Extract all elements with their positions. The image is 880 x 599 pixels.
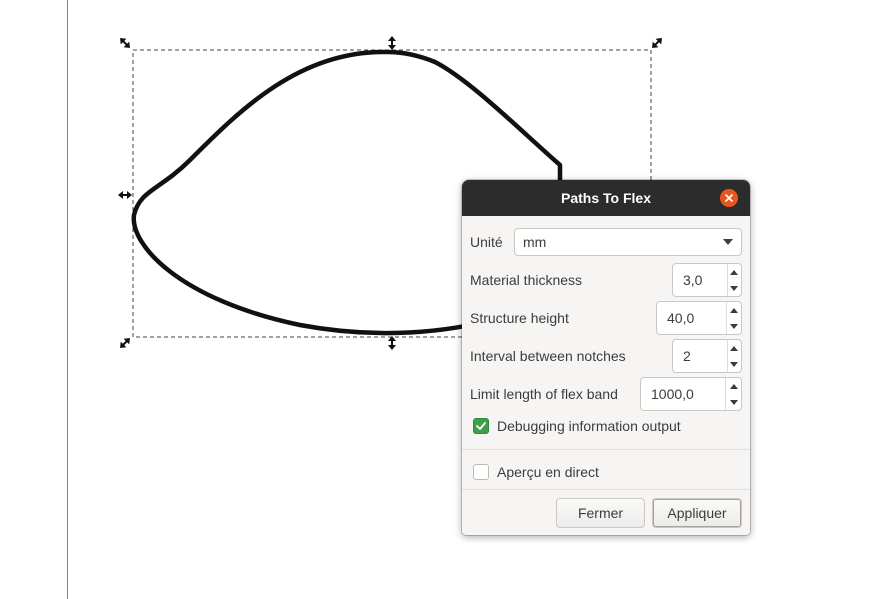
decrement-icon[interactable] [727, 318, 741, 334]
checkmark-icon [476, 422, 486, 430]
structure-height-label: Structure height [470, 310, 569, 326]
structure-height-stepper[interactable] [656, 301, 742, 335]
increment-icon[interactable] [726, 378, 741, 394]
horizontal-arrow-icon[interactable] [118, 191, 132, 199]
limit-length-input[interactable] [641, 378, 726, 410]
separator [462, 489, 750, 490]
dialog-titlebar[interactable]: Paths To Flex [462, 180, 750, 216]
material-thickness-row: Material thickness [470, 263, 742, 297]
increment-icon[interactable] [727, 302, 741, 318]
debug-output-checkbox[interactable] [473, 418, 489, 434]
structure-height-row: Structure height [470, 301, 742, 335]
paths-to-flex-dialog: Paths To Flex Unité mm Material thicknes… [462, 180, 750, 535]
close-button[interactable]: Fermer [556, 498, 645, 528]
chevron-down-icon [723, 239, 733, 245]
interval-notches-stepper[interactable] [672, 339, 742, 373]
close-icon[interactable] [720, 189, 738, 207]
scale-arrow-icon[interactable] [117, 335, 133, 351]
interval-notches-row: Interval between notches [470, 339, 742, 373]
separator [462, 449, 750, 450]
unit-select[interactable]: mm [514, 228, 742, 256]
material-thickness-label: Material thickness [470, 272, 583, 288]
apply-button[interactable]: Appliquer [652, 498, 742, 528]
unit-select-value: mm [523, 234, 547, 250]
limit-length-label: Limit length of flex band [470, 386, 618, 402]
debug-output-label: Debugging information output [497, 418, 681, 434]
interval-notches-input[interactable] [673, 340, 727, 372]
live-preview-option[interactable]: Aperçu en direct [473, 464, 599, 480]
increment-icon[interactable] [728, 264, 742, 280]
scale-arrow-icon[interactable] [117, 35, 133, 51]
material-thickness-stepper[interactable] [672, 263, 742, 297]
structure-height-input[interactable] [657, 302, 726, 334]
dialog-title: Paths To Flex [561, 190, 651, 206]
limit-length-stepper[interactable] [640, 377, 742, 411]
decrement-icon[interactable] [728, 356, 742, 372]
material-thickness-input[interactable] [673, 264, 727, 296]
debug-output-option[interactable]: Debugging information output [473, 418, 681, 434]
live-preview-checkbox[interactable] [473, 464, 489, 480]
vertical-arrow-icon[interactable] [388, 336, 396, 350]
decrement-icon[interactable] [726, 394, 741, 410]
increment-icon[interactable] [728, 340, 742, 356]
limit-length-row: Limit length of flex band [470, 377, 742, 411]
unit-row: Unité mm [470, 228, 742, 256]
interval-notches-label: Interval between notches [470, 348, 626, 364]
vertical-arrow-icon[interactable] [388, 36, 396, 50]
decrement-icon[interactable] [728, 280, 742, 296]
live-preview-label: Aperçu en direct [497, 464, 599, 480]
unit-label: Unité [470, 234, 503, 250]
scale-arrow-icon[interactable] [649, 35, 665, 51]
